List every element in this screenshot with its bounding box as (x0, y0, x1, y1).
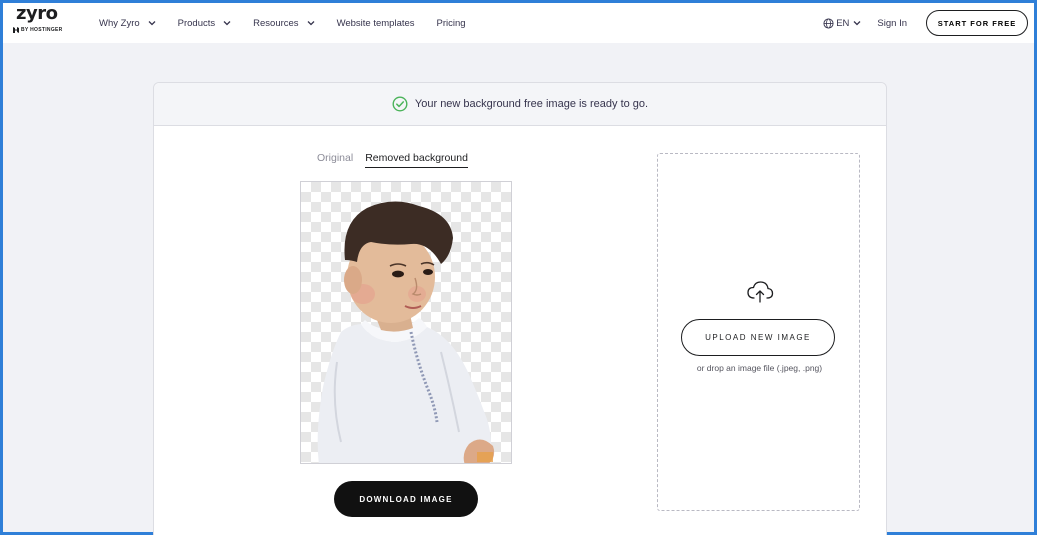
zyro-logo[interactable]: zyro BY HOSTINGER (13, 5, 73, 39)
tab-removed-background[interactable]: Removed background (365, 152, 468, 168)
nav-website-templates-label: Website templates (336, 17, 415, 29)
preview-tabs: Original Removed background (317, 152, 480, 168)
globe-icon (823, 17, 834, 29)
nav-website-templates[interactable]: Website templates (337, 18, 415, 29)
logo-wordmark: zyro (16, 3, 58, 24)
language-code: EN (836, 17, 850, 29)
nav-pricing[interactable]: Pricing (437, 18, 466, 29)
cloud-upload-icon (747, 281, 774, 303)
tab-original[interactable]: Original (317, 152, 353, 168)
upload-dropzone[interactable]: UPLOAD NEW IMAGE or drop an image file (… (657, 153, 860, 511)
sign-in-link[interactable]: Sign In (877, 18, 907, 29)
header-actions: EN Sign In START FOR FREE (823, 3, 1028, 43)
nav-why-zyro[interactable]: Why Zyro (99, 18, 156, 29)
nav-resources[interactable]: Resources (253, 17, 315, 29)
main-nav: Why Zyro Products Resources Website temp… (99, 3, 488, 43)
drop-hint: or drop an image file (.jpeg, .png) (696, 363, 823, 373)
upload-new-image-button[interactable]: UPLOAD NEW IMAGE (681, 319, 835, 356)
nav-pricing-label: Pricing (436, 17, 466, 29)
check-circle-icon (392, 96, 408, 112)
logo-byline: BY HOSTINGER (13, 27, 63, 33)
language-selector[interactable]: EN (823, 18, 861, 29)
chevron-down-icon (853, 21, 861, 26)
top-navbar: zyro BY HOSTINGER Why Zyro Products Reso… (3, 3, 1034, 43)
result-image-preview (300, 181, 512, 464)
start-for-free-button[interactable]: START FOR FREE (926, 10, 1028, 36)
result-card: Your new background free image is ready … (153, 82, 887, 535)
chevron-down-icon (307, 21, 315, 26)
nav-products[interactable]: Products (178, 18, 232, 29)
success-banner: Your new background free image is ready … (154, 83, 886, 126)
nav-products-label: Products (177, 17, 216, 29)
download-image-button[interactable]: DOWNLOAD IMAGE (334, 481, 478, 517)
logo-byline-text: BY HOSTINGER (21, 27, 63, 33)
success-message: Your new background free image is ready … (414, 98, 649, 110)
nav-resources-label: Resources (253, 17, 299, 29)
hostinger-mark-icon (13, 27, 19, 33)
nav-why-zyro-label: Why Zyro (99, 17, 140, 29)
chevron-down-icon (223, 21, 231, 26)
child-portrait-image (317, 201, 495, 463)
chevron-down-icon (148, 21, 156, 26)
